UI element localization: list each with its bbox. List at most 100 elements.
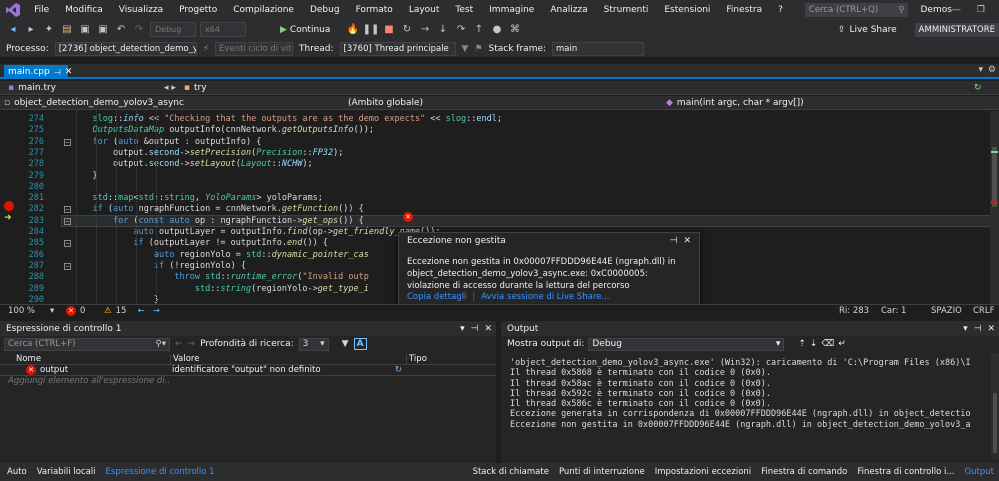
step-over-icon[interactable]: ↷	[454, 23, 468, 37]
word-wrap-icon[interactable]: ↵	[838, 339, 846, 349]
whitespace-mode[interactable]: SPAZIO	[931, 306, 973, 316]
filter-icon[interactable]: ▼	[462, 44, 469, 54]
find-message-icon[interactable]: ⇡	[798, 339, 806, 349]
prev-issue-icon[interactable]: ←	[138, 306, 145, 316]
redo-icon[interactable]: ↷	[132, 23, 146, 37]
menu-item-9[interactable]: Immagine	[481, 5, 542, 15]
depth-select[interactable]: 3 ▾	[298, 337, 329, 351]
nav-arrows-icon[interactable]: ◂ ▸	[164, 83, 176, 93]
menu-item-10[interactable]: Analizza	[542, 5, 595, 15]
refresh-icon[interactable]: ↻	[395, 365, 402, 375]
menu-item-3[interactable]: Progetto	[171, 5, 225, 15]
bottom-tab-left-1[interactable]: Variabili locali	[32, 467, 101, 477]
watch-col-type[interactable]: Tipo	[406, 354, 427, 364]
menu-item-8[interactable]: Test	[447, 5, 481, 15]
thread-select[interactable]: [3760] Thread principale	[339, 41, 456, 56]
process-select[interactable]: [2736] object_detection_demo_yol	[54, 41, 197, 56]
file-select[interactable]: ▪ main.try	[0, 83, 164, 93]
editor-vertical-scrollbar[interactable]	[990, 111, 999, 304]
menu-item-7[interactable]: Layout	[401, 5, 448, 15]
misc-tool-icon[interactable]: ⌘	[508, 23, 522, 37]
watch-col-value[interactable]: Valore	[170, 354, 406, 364]
stop-icon[interactable]: ■	[382, 23, 396, 37]
bottom-tab-right-0[interactable]: Stack di chiamate	[468, 467, 554, 477]
menu-item-11[interactable]: Strumenti	[596, 5, 657, 15]
undo-icon[interactable]: ↶	[114, 23, 128, 37]
add-watch-item[interactable]: Aggiungi elemento all'espressione di...	[0, 376, 170, 387]
user-name[interactable]: AMMINISTRATORE	[914, 22, 999, 37]
search-box[interactable]: Cerca (CTRL+Q) ⚲	[804, 2, 909, 17]
watch-row[interactable]: ✕ output identificatore "output" non defi…	[0, 365, 496, 376]
hot-reload-icon[interactable]: 🔥	[346, 23, 360, 37]
live-share-button[interactable]: ⇪ Live Share	[838, 25, 897, 35]
error-count[interactable]: 0	[80, 306, 104, 316]
minimize-icon[interactable]: —	[952, 5, 961, 15]
warning-count[interactable]: 15	[116, 306, 138, 316]
tab-main-cpp[interactable]: main.cpp ⊣ ✕	[4, 65, 72, 79]
menu-item-5[interactable]: Debug	[302, 5, 348, 15]
bottom-tab-left-2[interactable]: Espressione di controllo 1	[101, 467, 220, 477]
error-count-icon[interactable]: ✕	[66, 306, 76, 316]
live-share-session-link[interactable]: Avvia sessione di Live Share...	[481, 292, 609, 304]
new-project-icon[interactable]: ✦	[42, 23, 56, 37]
menu-item-4[interactable]: Compilazione	[225, 5, 302, 15]
watch-search-input[interactable]: Cerca (CTRL+F) ⚲▾	[4, 337, 170, 351]
popup-close-icon[interactable]: ✕	[683, 236, 691, 246]
text-visualizer-icon[interactable]: A	[353, 338, 367, 350]
restore-icon[interactable]: ❐	[977, 5, 985, 15]
copy-details-link[interactable]: Copia dettagli	[407, 292, 466, 304]
output-dropdown-icon[interactable]: ▾	[963, 324, 968, 334]
step-out-icon[interactable]: ↑	[472, 23, 486, 37]
fold-toggle-icon[interactable]: −	[64, 262, 71, 270]
warning-count-icon[interactable]: ⚠	[104, 306, 112, 316]
menu-item-13[interactable]: Finestra	[718, 5, 770, 15]
forward-icon[interactable]: ▸	[24, 23, 38, 37]
watch-close-icon[interactable]: ✕	[484, 324, 492, 334]
watch-col-name[interactable]: Nome	[0, 354, 170, 364]
bottom-tab-right-3[interactable]: Finestra di comando	[756, 467, 852, 477]
platform-select[interactable]: x64	[200, 22, 246, 37]
step-into-icon[interactable]: ↓	[436, 23, 450, 37]
fold-toggle-icon[interactable]: −	[64, 138, 71, 146]
pause-icon[interactable]: ❚❚	[363, 23, 380, 37]
show-next-statement-icon[interactable]: →	[418, 23, 432, 37]
fold-toggle-icon[interactable]: −	[64, 240, 71, 248]
continue-button[interactable]: ▶ Continua	[280, 25, 342, 35]
bottom-tab-right-5[interactable]: Output	[959, 467, 999, 477]
prev-message-icon[interactable]: ⇣	[810, 339, 818, 349]
menu-item-12[interactable]: Estensioni	[656, 5, 718, 15]
restart-icon[interactable]: ↻	[400, 23, 414, 37]
menu-item-1[interactable]: Modifica	[57, 5, 111, 15]
watch-forward-icon[interactable]: →	[188, 339, 196, 349]
watch-back-icon[interactable]: ←	[175, 339, 183, 349]
save-icon[interactable]: ▣	[78, 23, 92, 37]
bottom-tab-right-2[interactable]: Impostazioni eccezioni	[650, 467, 756, 477]
flag-icon[interactable]: ⚑	[474, 44, 482, 54]
watch-filter-icon[interactable]: ▼	[342, 339, 349, 349]
menu-item-2[interactable]: Visualizza	[111, 5, 171, 15]
sync-icon[interactable]: ↻	[974, 83, 982, 93]
output-scrollbar[interactable]	[991, 353, 999, 459]
back-icon[interactable]: ◂	[6, 23, 20, 37]
popup-pin-icon[interactable]: ⊣	[670, 236, 678, 246]
next-issue-icon[interactable]: →	[153, 306, 160, 316]
output-close-icon[interactable]: ✕	[987, 324, 995, 334]
fold-toggle-icon[interactable]: −	[64, 217, 71, 225]
function-select[interactable]: ◆ main(int argc, char * argv[])	[658, 98, 804, 108]
watch-dropdown-icon[interactable]: ▾	[460, 324, 465, 334]
pin-icon[interactable]: ⊣	[54, 68, 61, 77]
output-pin-icon[interactable]: ⊣	[974, 324, 982, 334]
clear-all-icon[interactable]: ⌫	[821, 339, 834, 349]
breakpoint-icon[interactable]	[4, 201, 14, 211]
breakpoint-toggle-icon[interactable]: ●	[490, 23, 504, 37]
output-source-select[interactable]: Debug ▾	[588, 337, 785, 351]
bottom-tab-right-4[interactable]: Finestra di controllo i...	[852, 467, 959, 477]
config-select[interactable]: Debug	[150, 22, 196, 37]
bottom-tab-left-0[interactable]: Auto	[2, 467, 32, 477]
stack-frame-select[interactable]: main	[552, 41, 645, 56]
zoom-dropdown-icon[interactable]: ▾	[50, 306, 66, 316]
project-select[interactable]: ▫ object_detection_demo_yolov3_async	[0, 98, 340, 108]
menu-item-0[interactable]: File	[26, 5, 57, 15]
global-scope-select[interactable]: (Ambito globale)	[340, 98, 658, 108]
settings-icon[interactable]: ⚙	[988, 65, 996, 75]
